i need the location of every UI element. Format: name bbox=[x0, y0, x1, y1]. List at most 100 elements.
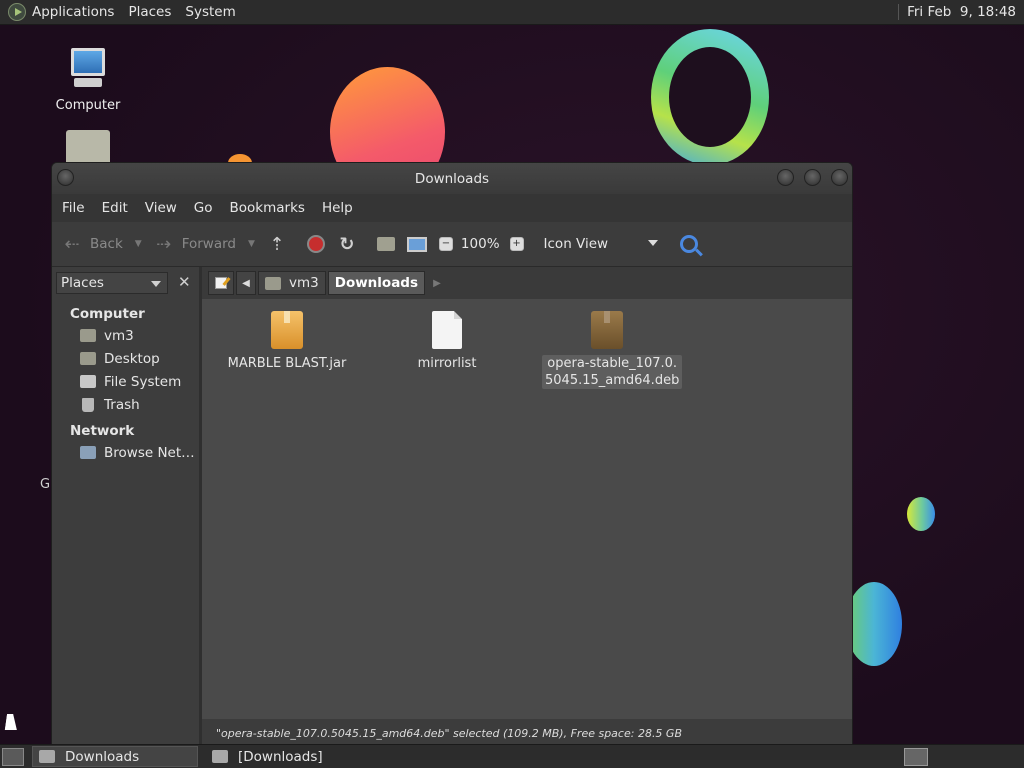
drive-icon bbox=[80, 375, 96, 388]
taskbar-item-downloads-minimized[interactable]: [Downloads] bbox=[206, 746, 456, 767]
sidebar-item-desktop[interactable]: Desktop bbox=[52, 347, 199, 370]
view-mode-value: Icon View bbox=[543, 236, 609, 252]
sidebar-section-computer: Computer bbox=[70, 306, 145, 322]
path-scroll-left-button[interactable]: ◀ bbox=[236, 271, 256, 295]
path-scroll-right-button[interactable]: ▶ bbox=[427, 271, 447, 295]
stop-button[interactable] bbox=[306, 235, 325, 253]
zoom-in-button[interactable]: + bbox=[509, 237, 524, 251]
menu-edit[interactable]: Edit bbox=[102, 200, 128, 216]
path-segment-vm3[interactable]: vm3 bbox=[258, 271, 326, 295]
computer-icon bbox=[406, 236, 427, 252]
search-icon bbox=[679, 235, 698, 253]
edit-pencil-icon bbox=[215, 277, 227, 289]
show-desktop-button[interactable] bbox=[2, 747, 24, 766]
sidebar-header: Places ✕ bbox=[52, 267, 199, 299]
sidebar-item-label: File System bbox=[104, 373, 182, 390]
menu-bookmarks[interactable]: Bookmarks bbox=[230, 200, 305, 216]
sidebar-item-label: Desktop bbox=[104, 350, 160, 367]
sidebar-item-file-system[interactable]: File System bbox=[52, 370, 199, 393]
menu-file[interactable]: File bbox=[62, 200, 85, 216]
main-pane: ◀ vm3 Downloads ▶ MARBLE BLAST.jar mirro… bbox=[202, 267, 852, 745]
view-mode-select[interactable]: Icon View bbox=[544, 236, 658, 252]
wallpaper-ring bbox=[651, 29, 769, 165]
sidebar-type-value: Places bbox=[61, 275, 104, 291]
file-item-selected[interactable]: opera-stable_107.0. 5045.15_amd64.deb bbox=[542, 311, 683, 389]
network-icon bbox=[80, 446, 96, 459]
file-manager-window: Downloads File Edit View Go Bookmarks He… bbox=[51, 162, 853, 746]
workspace-switcher[interactable] bbox=[904, 748, 928, 766]
applications-menu[interactable]: Applications bbox=[32, 4, 114, 20]
file-name: MARBLE BLAST.jar bbox=[227, 356, 347, 371]
sidebar-section-network: Network bbox=[70, 423, 135, 439]
location-edit-button[interactable] bbox=[208, 271, 234, 295]
desktop-icon-label: Computer bbox=[55, 98, 121, 113]
computer-button[interactable] bbox=[406, 236, 427, 252]
back-button[interactable]: ⇠ Back ▼ bbox=[62, 233, 142, 255]
status-bar: "opera-stable_107.0.5045.15_amd64.deb" s… bbox=[202, 719, 852, 745]
sidebar-item-trash[interactable]: Trash bbox=[52, 393, 199, 416]
top-panel: Applications Places System Fri Feb 9, 18… bbox=[0, 0, 1024, 25]
folder-icon bbox=[212, 750, 228, 763]
arrow-left-icon: ⇠ bbox=[64, 233, 80, 255]
path-bar: ◀ vm3 Downloads ▶ bbox=[202, 267, 852, 299]
sidebar-item-browse-network[interactable]: Browse Net… bbox=[52, 441, 199, 464]
file-item[interactable]: mirrorlist bbox=[382, 311, 512, 372]
computer-keyboard-icon bbox=[74, 78, 102, 87]
clock[interactable]: Fri Feb 9, 18:48 bbox=[898, 4, 1016, 20]
file-name: mirrorlist bbox=[417, 356, 477, 371]
places-menu[interactable]: Places bbox=[128, 4, 171, 20]
up-button[interactable]: ⇡ bbox=[267, 234, 295, 255]
back-label: Back bbox=[90, 236, 123, 252]
sidebar-type-select[interactable]: Places bbox=[56, 272, 168, 294]
file-name-line: opera-stable_107.0. bbox=[547, 356, 678, 371]
forward-history-dropdown-icon[interactable]: ▼ bbox=[248, 239, 255, 249]
forward-label: Forward bbox=[181, 236, 236, 252]
sidebar-item-vm3[interactable]: vm3 bbox=[52, 324, 199, 347]
text-file-icon bbox=[432, 311, 462, 349]
menubar: File Edit View Go Bookmarks Help bbox=[52, 194, 852, 222]
window-titlebar[interactable]: Downloads bbox=[52, 163, 852, 194]
file-name-line: 5045.15_amd64.deb bbox=[545, 373, 680, 388]
distro-logo-icon[interactable] bbox=[8, 3, 26, 21]
forward-button[interactable]: ⇢ Forward ▼ bbox=[154, 234, 255, 255]
mouse-cursor-icon bbox=[4, 714, 20, 730]
wallpaper-lime-blob bbox=[907, 497, 935, 531]
zoom-out-button[interactable]: − bbox=[438, 237, 453, 251]
search-button[interactable] bbox=[679, 235, 698, 253]
toolbar: ⇠ Back ▼ ⇢ Forward ▼ ⇡ ↻ − 100% + Icon V… bbox=[52, 222, 852, 267]
home-folder-icon bbox=[376, 237, 395, 251]
debian-package-icon bbox=[591, 311, 623, 349]
path-segment-label: vm3 bbox=[289, 275, 319, 291]
file-view[interactable]: MARBLE BLAST.jar mirrorlist opera-stable… bbox=[202, 299, 852, 719]
file-name: opera-stable_107.0. 5045.15_amd64.deb bbox=[542, 355, 683, 389]
menu-go[interactable]: Go bbox=[194, 200, 213, 216]
path-segment-label: Downloads bbox=[334, 275, 419, 291]
back-history-dropdown-icon[interactable]: ▼ bbox=[135, 239, 142, 249]
file-item[interactable]: MARBLE BLAST.jar bbox=[222, 311, 352, 372]
sidebar-item-label: Trash bbox=[104, 396, 140, 413]
zoom-level: 100% bbox=[460, 236, 500, 252]
stop-icon bbox=[306, 235, 325, 253]
home-button[interactable] bbox=[376, 237, 395, 251]
minimize-button[interactable] bbox=[777, 169, 794, 186]
window-content: Places ✕ Computer vm3 Desktop File Syste… bbox=[52, 267, 852, 745]
taskbar-item-label: [Downloads] bbox=[238, 748, 323, 765]
computer-icon bbox=[71, 48, 105, 76]
taskbar-item-downloads[interactable]: Downloads bbox=[32, 746, 198, 767]
maximize-button[interactable] bbox=[804, 169, 821, 186]
folder-icon bbox=[39, 750, 55, 763]
home-folder-icon bbox=[80, 329, 96, 342]
home-folder-icon[interactable] bbox=[66, 130, 110, 166]
sidebar-close-icon[interactable]: ✕ bbox=[174, 272, 196, 294]
menu-view[interactable]: View bbox=[145, 200, 177, 216]
menu-help[interactable]: Help bbox=[322, 200, 353, 216]
desktop-icon-computer[interactable]: Computer bbox=[48, 44, 128, 116]
path-segment-downloads[interactable]: Downloads bbox=[327, 271, 426, 295]
system-menu[interactable]: System bbox=[185, 4, 235, 20]
window-menu-icon[interactable] bbox=[57, 169, 74, 186]
taskbar-item-label: Downloads bbox=[65, 748, 140, 765]
reload-button[interactable]: ↻ bbox=[337, 234, 365, 255]
desktop-folder-icon bbox=[80, 352, 96, 365]
wallpaper-teal-blob bbox=[846, 582, 902, 666]
close-button[interactable] bbox=[831, 169, 848, 186]
